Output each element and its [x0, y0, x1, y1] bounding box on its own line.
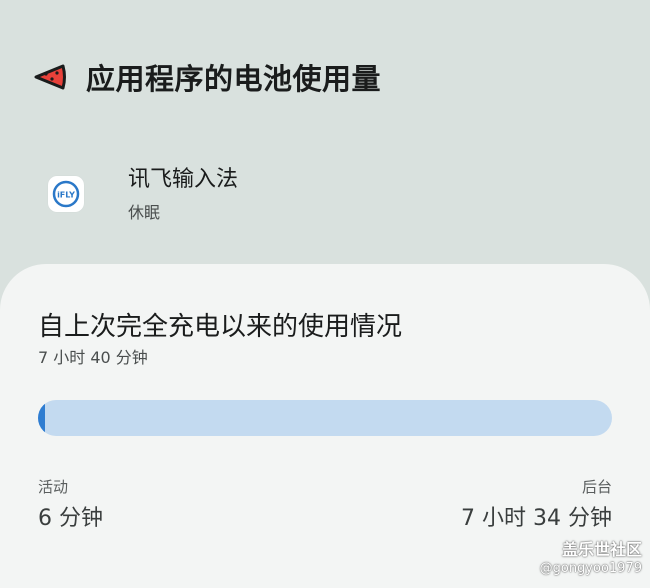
- app-icon: iFLY: [48, 176, 84, 212]
- active-value: 6 分钟: [38, 506, 103, 531]
- app-icon-text: iFLY: [57, 191, 75, 200]
- ifly-logo-icon: iFLY: [52, 180, 80, 208]
- header: 应用程序的电池使用量: [30, 52, 381, 102]
- active-label: 活动: [38, 478, 69, 496]
- back-button[interactable]: [30, 57, 70, 97]
- app-status: 休眠: [128, 203, 161, 222]
- background-value: 7 小时 34 分钟: [461, 506, 612, 531]
- app-text: 讯飞输入法 休眠: [128, 165, 238, 223]
- app-row[interactable]: iFLY 讯飞输入法 休眠: [48, 165, 238, 223]
- usage-bar-active-fill: [38, 400, 46, 436]
- watermark: 盖乐世社区 @gongyoo1979: [540, 540, 642, 578]
- usage-card-title: 自上次完全充电以来的使用情况: [38, 312, 403, 342]
- watermark-user: @gongyoo1979: [539, 561, 642, 576]
- app-name: 讯飞输入法: [128, 167, 239, 192]
- background-label: 后台: [581, 478, 612, 496]
- back-arrow-icon: [34, 64, 66, 90]
- usage-total-time: 7 小时 40 分钟: [38, 348, 148, 367]
- watermark-site: 盖乐世社区: [561, 540, 642, 559]
- usage-bar: [38, 400, 612, 436]
- page-title: 应用程序的电池使用量: [86, 62, 382, 96]
